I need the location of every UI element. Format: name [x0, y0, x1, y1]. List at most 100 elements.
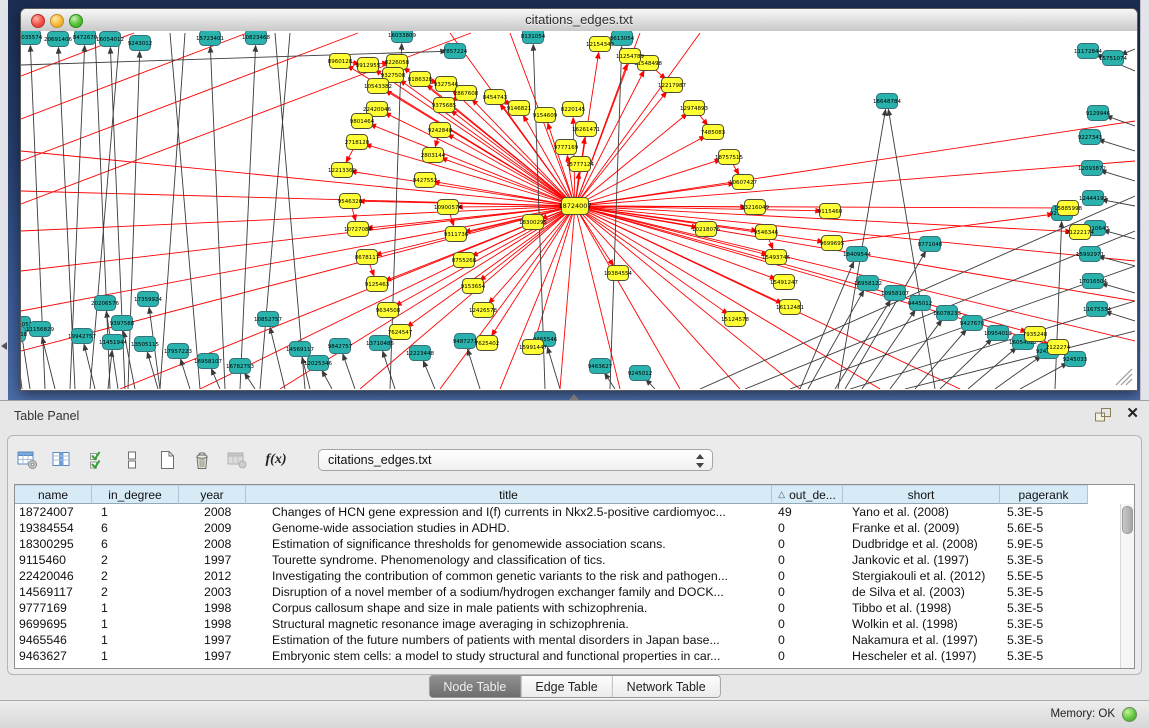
table-cell: 0	[772, 632, 843, 648]
table-vertical-scrollbar[interactable]	[1120, 504, 1134, 668]
right-edge-strip	[1140, 0, 1149, 400]
graph-node-label: 16958122	[854, 281, 882, 287]
new-column-icon[interactable]	[156, 449, 178, 471]
graph-node-label: 9546326	[338, 199, 363, 205]
graph-edge	[646, 380, 655, 389]
graph-node-label: 8960128	[328, 59, 353, 65]
column-header-title[interactable]: title	[246, 485, 772, 504]
graph-node-label: 17957223	[164, 349, 192, 355]
canvas-resize-grip[interactable]	[1116, 369, 1132, 385]
table-cell: 1997	[179, 648, 246, 664]
delete-table-icon[interactable]	[226, 449, 248, 471]
network-canvas[interactable]: 9035574206914068472670160540129243012157…	[21, 31, 1137, 390]
column-header-name[interactable]: name	[15, 485, 92, 504]
graph-edge	[575, 206, 880, 389]
graph-edge	[322, 371, 332, 389]
table-row[interactable]: 946362711997Embryonic stem cells: a mode…	[15, 648, 1134, 664]
table-row[interactable]: 1938455462009Genome-wide association stu…	[15, 520, 1134, 536]
graph-edge	[396, 206, 575, 306]
graph-node-label: 12217987	[658, 83, 686, 89]
tab-node-table[interactable]: Node Table	[429, 676, 520, 697]
table-cell: 1997	[179, 632, 246, 648]
graph-edge	[1099, 140, 1135, 151]
graph-node-label: 7625402	[475, 341, 500, 347]
graph-edge	[21, 33, 358, 161]
select-rows-icon[interactable]	[86, 449, 108, 471]
graph-node-label: 9445012	[908, 301, 933, 307]
table-cell: Investigating the contribution of common…	[246, 568, 772, 584]
graph-edge	[170, 33, 200, 389]
graph-node-label: 18409544	[843, 252, 871, 258]
column-header-pagerank[interactable]: pagerank	[1000, 485, 1088, 504]
column-header-year[interactable]: year	[179, 485, 246, 504]
graph-node-label: 10900574	[434, 205, 462, 211]
graph-node-label: 2122274	[1046, 345, 1071, 351]
close-panel-icon[interactable]: ✕	[1126, 405, 1139, 423]
graph-edge	[343, 354, 355, 389]
graph-edge	[275, 33, 305, 389]
graph-node-label: 8226058	[385, 60, 410, 66]
sort-ascending-icon: △	[778, 489, 785, 500]
tab-edge-table[interactable]: Edge Table	[520, 676, 611, 697]
network-view-window[interactable]: citations_edges.txt 90355742069140684726…	[20, 8, 1138, 391]
graph-edge	[21, 343, 22, 389]
graph-node-label: 21222174	[1066, 230, 1094, 236]
table-row[interactable]: 911546021997Tourette syndrome. Phenomeno…	[15, 552, 1134, 568]
graph-node-label: 9842757	[328, 344, 353, 350]
network-svg[interactable]: 9035574206914068472670160540129243012157…	[21, 31, 1135, 389]
graph-node-label: 9546346	[754, 230, 779, 236]
graph-node-label: 9397588	[110, 321, 135, 327]
collapse-panel-arrow-icon[interactable]	[1, 342, 7, 350]
graph-node-label: 9427552	[413, 178, 438, 184]
table-cell: 6	[92, 520, 179, 536]
table-row[interactable]: 969969511998Structural magnetic resonanc…	[15, 616, 1134, 632]
scrollbar-thumb[interactable]	[1122, 506, 1133, 534]
graph-node-label: 16782753	[226, 364, 254, 370]
graph-node-label: 10954012	[984, 331, 1012, 337]
table-selector-dropdown[interactable]: citations_edges.txt	[318, 449, 713, 471]
column-settings-icon[interactable]	[16, 449, 38, 471]
float-panel-icon[interactable]	[1093, 407, 1113, 425]
attribute-table[interactable]: namein_degreeyeartitle△out_de...shortpag…	[14, 484, 1135, 669]
table-row[interactable]: 946554611997Estimation of the future num…	[15, 632, 1134, 648]
tab-network-table[interactable]: Network Table	[612, 676, 720, 697]
delete-column-icon[interactable]	[191, 449, 213, 471]
table-cell: 0	[772, 568, 843, 584]
graph-node-label: 8131054	[521, 34, 546, 40]
graph-edge	[940, 339, 992, 389]
table-row[interactable]: 1456911722003Disruption of a novel membe…	[15, 584, 1134, 600]
column-header-out_degree[interactable]: △out_de...	[772, 485, 843, 504]
column-header-short[interactable]: short	[843, 485, 1000, 504]
table-row[interactable]: 2242004622012Investigating the contribut…	[15, 568, 1134, 584]
graph-node-label: 2867608	[454, 91, 479, 97]
graph-node-label: 9115460	[818, 209, 843, 215]
show-columns-icon[interactable]	[51, 449, 73, 471]
table-cell: Tibbo et al. (1998)	[843, 600, 1000, 616]
table-cell: 5.3E-5	[1000, 632, 1088, 648]
table-row[interactable]: 977716911998Corpus callosum shape and si…	[15, 600, 1134, 616]
column-header-in_degree[interactable]: in_degree	[92, 485, 179, 504]
graph-node-label: 12974893	[680, 106, 708, 112]
function-builder-icon[interactable]: f(x)	[261, 449, 291, 471]
table-cell: 5.3E-5	[1000, 504, 1088, 520]
memory-ok-indicator-icon[interactable]	[1122, 707, 1137, 722]
table-cell: Tourette syndrome. Phenomenology and cla…	[246, 552, 772, 568]
table-row[interactable]: 1830029562008Estimation of significance …	[15, 536, 1134, 552]
graph-edge	[245, 374, 255, 389]
row-boxes-icon[interactable]	[121, 449, 143, 471]
table-panel-body: f(x) citations_edges.txt namein_degreeye…	[7, 435, 1142, 675]
graph-node-label: 11675334	[1083, 307, 1111, 313]
table-cell: 5.3E-5	[1000, 584, 1088, 600]
graph-edge	[575, 206, 1135, 341]
table-tabs: Node TableEdge TableNetwork Table	[428, 675, 720, 698]
graph-node-label: 15991447	[519, 345, 547, 351]
table-cell: 5.5E-5	[1000, 568, 1088, 584]
table-row[interactable]: 1872400712008Changes of HCN gene express…	[15, 504, 1134, 520]
graph-edge	[575, 206, 776, 279]
graph-edge	[1101, 171, 1135, 181]
table-cell: Wolkin et al. (1998)	[843, 616, 1000, 632]
graph-node-label: 15777124	[566, 162, 594, 168]
table-cell: Disruption of a novel member of a sodium…	[246, 584, 772, 600]
table-cell: 0	[772, 520, 843, 536]
network-window-titlebar[interactable]: citations_edges.txt	[21, 9, 1137, 32]
